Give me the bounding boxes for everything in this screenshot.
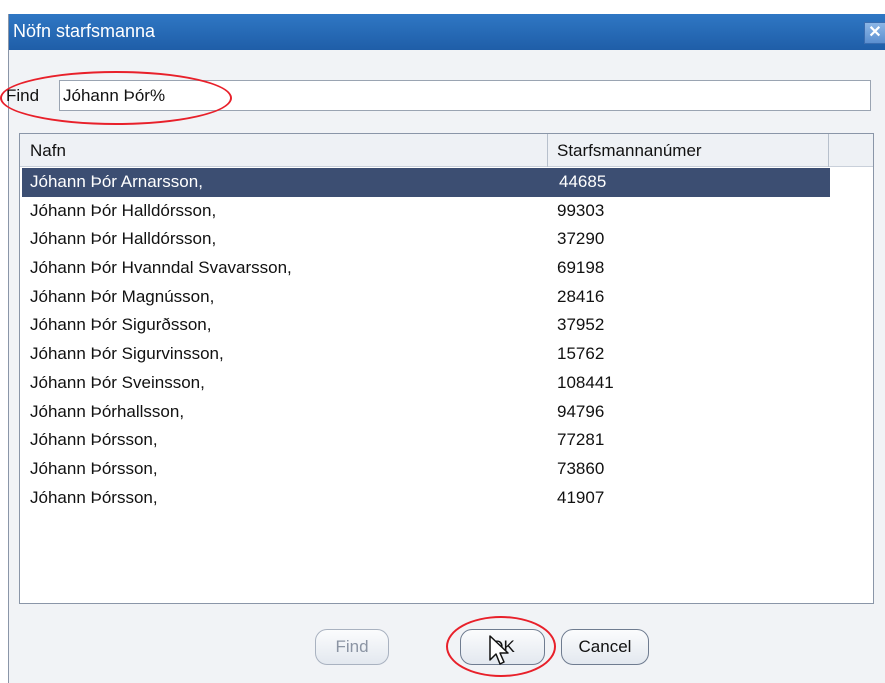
employee-name: Jóhann Þórsson, xyxy=(30,430,158,450)
employee-number: 108441 xyxy=(557,372,614,392)
find-button[interactable]: Find xyxy=(315,629,389,665)
column-divider[interactable] xyxy=(547,134,548,167)
employee-number: 69198 xyxy=(557,258,605,278)
employee-number: 15762 xyxy=(557,344,605,364)
employee-name: Jóhann Þór Sveinsson, xyxy=(30,372,205,392)
find-label: Find xyxy=(6,86,40,105)
employee-name: Jóhann Þór Sigurðsson, xyxy=(30,315,212,335)
employee-name: Jóhann Þórsson, xyxy=(30,458,158,478)
employee-number: 99303 xyxy=(557,200,605,220)
employee-number: 37290 xyxy=(557,229,605,249)
employee-number: 44685 xyxy=(559,172,607,191)
employee-name: Jóhann Þór Magnússon, xyxy=(30,286,215,306)
results-list[interactable]: Nafn Starfsmannanúmer Jóhann Þór Arnarss… xyxy=(19,133,874,604)
employee-number: 73860 xyxy=(557,458,605,478)
employee-number: 37952 xyxy=(557,315,605,335)
find-button-label: Find xyxy=(335,637,369,656)
employee-number: 94796 xyxy=(557,401,605,421)
list-rows: Jóhann Þór Arnarsson, 44685 Jóhann Þór Hal… xyxy=(20,168,873,512)
employee-number: 28416 xyxy=(557,286,605,306)
employee-name: Jóhann Þór Hvanndal Svavarsson, xyxy=(30,258,292,278)
ok-button[interactable]: OK xyxy=(460,629,545,665)
cancel-button-label: Cancel xyxy=(578,637,632,656)
employee-number: 41907 xyxy=(557,487,605,507)
employee-name: Jóhann Þór Arnarsson, xyxy=(30,172,203,191)
ok-button-label: OK xyxy=(490,637,515,656)
table-row[interactable]: Jóhann Þórhallsson, 94796 xyxy=(20,398,873,427)
employee-name: Jóhann Þórhallsson, xyxy=(30,401,185,421)
employee-number: 77281 xyxy=(557,430,605,450)
close-button[interactable]: ✕ xyxy=(864,22,885,44)
table-row[interactable]: Jóhann Þór Sigurvinsson, 15762 xyxy=(20,340,873,369)
table-row[interactable]: Jóhann Þór Hvanndal Svavarsson, 69198 xyxy=(20,254,873,283)
employee-name: Jóhann Þór Halldórsson, xyxy=(30,229,217,249)
table-row[interactable]: Jóhann Þór Halldórsson, 37290 xyxy=(20,225,873,254)
employee-name: Jóhann Þór Halldórsson, xyxy=(30,200,217,220)
column-header-number[interactable]: Starfsmannanúmer xyxy=(557,141,702,161)
table-row[interactable]: Jóhann Þórsson, 41907 xyxy=(20,484,873,513)
find-input[interactable] xyxy=(59,80,871,111)
window-title: Nöfn starfsmanna xyxy=(13,21,156,41)
table-row[interactable]: Jóhann Þórsson, 77281 xyxy=(20,426,873,455)
employee-name: Jóhann Þór Sigurvinsson, xyxy=(30,344,224,364)
table-row[interactable]: Jóhann Þór Arnarsson, 44685 xyxy=(22,168,830,197)
employee-name: Jóhann Þórsson, xyxy=(30,487,158,507)
table-row[interactable]: Jóhann Þór Magnússon, 28416 xyxy=(20,283,873,312)
table-row[interactable]: Jóhann Þór Sigurðsson, 37952 xyxy=(20,311,873,340)
table-row[interactable]: Jóhann Þórsson, 73860 xyxy=(20,455,873,484)
column-header-name[interactable]: Nafn xyxy=(30,141,66,161)
list-header: Nafn Starfsmannanúmer xyxy=(20,134,873,167)
table-row[interactable]: Jóhann Þór Sveinsson, 108441 xyxy=(20,369,873,398)
table-row[interactable]: Jóhann Þór Halldórsson, 99303 xyxy=(20,197,873,226)
title-bar[interactable]: Nöfn starfsmanna ✕ xyxy=(9,14,885,50)
find-row: Find xyxy=(4,78,874,114)
column-divider[interactable] xyxy=(828,134,829,167)
close-icon: ✕ xyxy=(868,24,882,41)
cancel-button[interactable]: Cancel xyxy=(561,629,649,665)
